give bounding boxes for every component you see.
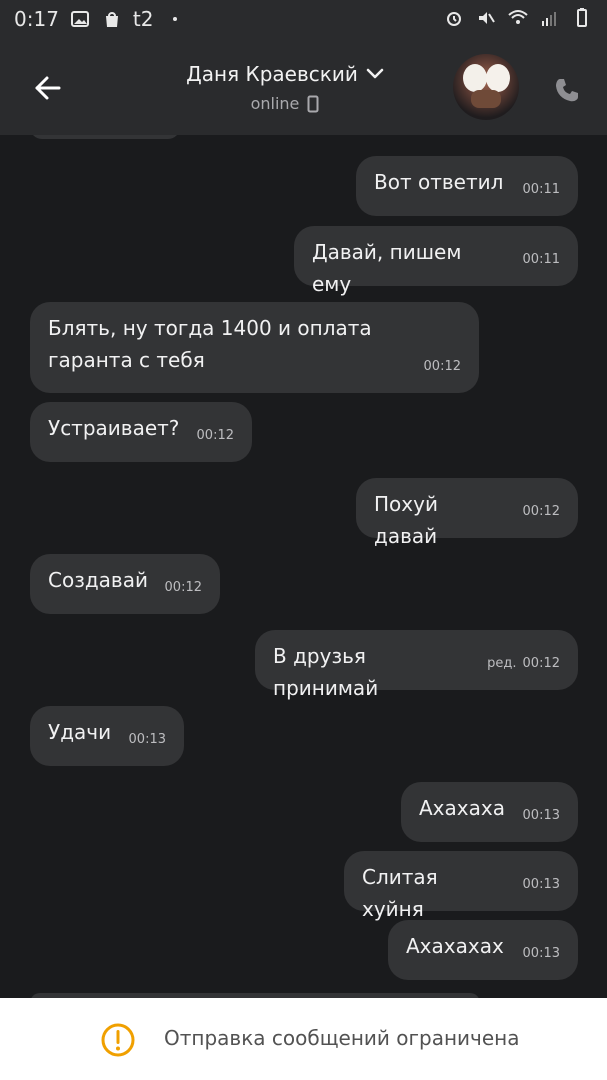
contact-title-button[interactable]: Даня Краевский online: [150, 62, 420, 113]
previous-message-fragment: [30, 135, 180, 139]
signal-icon: [539, 8, 561, 28]
message-bubble-outgoing[interactable]: Похуй давай 00:12: [356, 478, 578, 548]
message-meta: ред. 00:12: [487, 648, 560, 680]
edited-label: ред.: [487, 656, 517, 671]
message-time: 00:13: [128, 732, 166, 747]
back-arrow-icon: [35, 76, 61, 100]
message-bubble-outgoing[interactable]: Слитая хуйня 00:13: [344, 851, 578, 921]
chat-header: Даня Краевский online: [0, 40, 607, 135]
status-bar: 0:17 t2: [0, 0, 607, 40]
image-icon: [69, 9, 91, 29]
message-bubble-outgoing[interactable]: В друзья принимай ред. 00:12: [255, 630, 578, 700]
message-bubble-outgoing[interactable]: Давай, пишем ему 00:11: [294, 226, 578, 296]
contact-title: Даня Краевский: [186, 62, 384, 86]
contact-avatar[interactable]: [453, 54, 519, 120]
back-button[interactable]: [28, 68, 68, 108]
wifi-icon: [507, 8, 529, 28]
shopping-bag-icon: [101, 9, 123, 29]
call-button[interactable]: [549, 72, 585, 108]
message-time: 00:12: [522, 504, 560, 519]
alarm-icon: [443, 8, 465, 28]
warning-icon: [100, 1022, 136, 1058]
message-bubble-incoming[interactable]: Устраивает? 00:12: [30, 402, 252, 462]
message-time: 00:11: [522, 252, 560, 267]
contact-name: Даня Краевский: [186, 62, 358, 86]
status-time: 0:17: [14, 7, 59, 31]
message-text: Блять, ну тогда 1400 и оплата гаранта с …: [48, 316, 372, 372]
restricted-composer: Отправка сообщений ограничена: [0, 998, 607, 1080]
carrier-label: t2: [132, 7, 154, 31]
message-bubble-incoming[interactable]: Создавай 00:12: [30, 554, 220, 614]
message-time: 00:11: [522, 182, 560, 197]
message-bubble-outgoing[interactable]: Ахахаха 00:13: [401, 782, 578, 842]
chat-messages[interactable]: Вот ответил 00:11 Давай, пишем ему 00:11…: [0, 135, 607, 998]
message-time: 00:12: [423, 359, 461, 374]
contact-status-row: online: [251, 94, 320, 113]
message-bubble-outgoing[interactable]: Ахахахах 00:13: [388, 920, 578, 980]
message-time: 00:13: [522, 877, 560, 892]
message-bubble-incoming[interactable]: Блять, ну тогда 1400 и оплата гаранта с …: [30, 302, 479, 393]
restriction-notice: Отправка сообщений ограничена: [164, 1026, 520, 1050]
contact-status: online: [250, 94, 300, 113]
mute-icon: [475, 8, 497, 28]
message-bubble-outgoing[interactable]: Вот ответил 00:11: [356, 156, 578, 216]
message-bubble-incoming[interactable]: Удачи 00:13: [30, 706, 184, 766]
battery-icon: [571, 8, 593, 28]
phone-device-icon: [307, 95, 319, 112]
message-time: 00:13: [522, 808, 560, 823]
message-time: 00:12: [164, 580, 202, 595]
status-right: [443, 8, 593, 28]
dot-icon: [164, 9, 186, 29]
message-time: 00:12: [196, 428, 234, 443]
chevron-down-icon: [366, 68, 384, 79]
message-time: 00:13: [522, 946, 560, 961]
call-icon: [556, 79, 578, 102]
status-left: 0:17 t2: [14, 7, 186, 31]
message-time: 00:12: [522, 656, 560, 671]
